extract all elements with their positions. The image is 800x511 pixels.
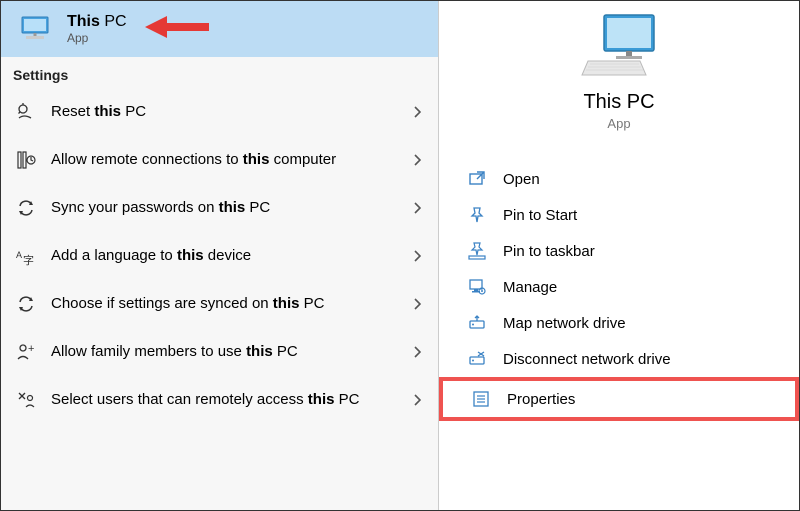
svg-text:字: 字: [23, 253, 34, 266]
pin-start-icon: [467, 205, 487, 225]
action-item[interactable]: Pin to Start: [439, 197, 799, 233]
settings-item-label: Allow remote connections to this compute…: [51, 150, 410, 170]
search-result-selected[interactable]: This PC App: [1, 1, 438, 57]
remote-users-icon: [15, 389, 37, 411]
settings-item[interactable]: + Allow family members to use this PC: [1, 327, 438, 375]
chevron-right-icon: [410, 346, 424, 358]
action-label: Map network drive: [503, 315, 626, 332]
action-label: Manage: [503, 279, 557, 296]
actions-list: Open Pin to Start Pin to taskbar Manage Map …: [439, 161, 799, 421]
chevron-right-icon: [410, 298, 424, 310]
this-pc-icon: [17, 11, 53, 47]
svg-text:+: +: [28, 343, 34, 355]
preview-title: This PC: [583, 91, 654, 114]
family-icon: +: [15, 341, 37, 363]
settings-item-label: Choose if settings are synced on this PC: [51, 294, 410, 314]
result-subtitle: App: [67, 31, 127, 45]
action-label: Pin to Start: [503, 207, 577, 224]
pin-taskbar-icon: [467, 241, 487, 261]
settings-item-label: Add a language to this device: [51, 246, 410, 266]
action-label: Properties: [507, 391, 575, 408]
action-item[interactable]: Pin to taskbar: [439, 233, 799, 269]
settings-item-label: Allow family members to use this PC: [51, 342, 410, 362]
action-label: Disconnect network drive: [503, 351, 671, 368]
settings-item-label: Select users that can remotely access th…: [51, 390, 410, 410]
manage-icon: [467, 277, 487, 297]
action-item[interactable]: Manage: [439, 269, 799, 305]
chevron-right-icon: [410, 202, 424, 214]
settings-list: Reset this PC Allow remote connections to…: [1, 87, 438, 423]
result-title: This PC: [67, 13, 127, 31]
preview-this-pc-icon: [574, 11, 664, 81]
sync-icon: [15, 293, 37, 315]
action-item[interactable]: Disconnect network drive: [439, 341, 799, 377]
remote-icon: [15, 149, 37, 171]
chevron-right-icon: [410, 106, 424, 118]
settings-item[interactable]: Choose if settings are synced on this PC: [1, 279, 438, 327]
sync-icon: [15, 197, 37, 219]
settings-item-label: Sync your passwords on this PC: [51, 198, 410, 218]
action-label: Pin to taskbar: [503, 243, 595, 260]
action-label: Open: [503, 171, 540, 188]
language-icon: A字: [15, 245, 37, 267]
annotation-arrow: [145, 13, 209, 41]
svg-text:A: A: [16, 250, 22, 260]
settings-item[interactable]: Select users that can remotely access th…: [1, 375, 438, 423]
settings-item[interactable]: Reset this PC: [1, 87, 438, 135]
map-drive-icon: [467, 313, 487, 333]
chevron-right-icon: [410, 154, 424, 166]
action-item[interactable]: Properties: [439, 377, 799, 421]
chevron-right-icon: [410, 394, 424, 406]
settings-item[interactable]: A字 Add a language to this device: [1, 231, 438, 279]
chevron-right-icon: [410, 250, 424, 262]
open-icon: [467, 169, 487, 189]
reset-icon: [15, 101, 37, 123]
settings-item-label: Reset this PC: [51, 102, 410, 122]
settings-item[interactable]: Sync your passwords on this PC: [1, 183, 438, 231]
action-item[interactable]: Open: [439, 161, 799, 197]
properties-icon: [471, 389, 491, 409]
settings-item[interactable]: Allow remote connections to this compute…: [1, 135, 438, 183]
settings-header: Settings: [1, 57, 438, 87]
disconnect-drive-icon: [467, 349, 487, 369]
preview-subtitle: App: [607, 116, 630, 131]
action-item[interactable]: Map network drive: [439, 305, 799, 341]
